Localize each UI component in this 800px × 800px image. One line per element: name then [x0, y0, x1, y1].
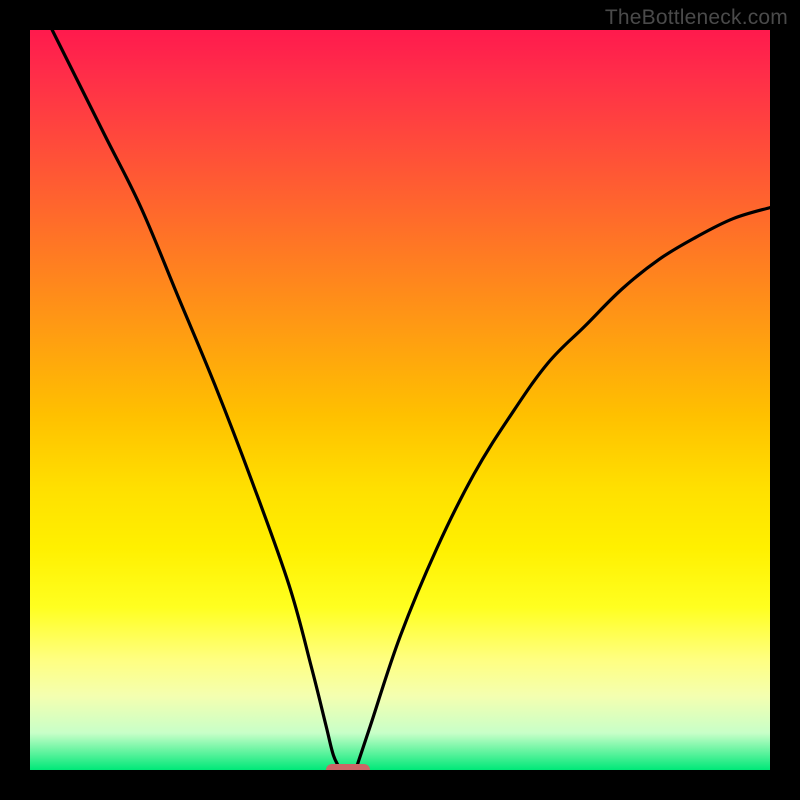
chart-frame: TheBottleneck.com: [0, 0, 800, 800]
bottleneck-marker: [326, 764, 370, 770]
curve-layer: [30, 30, 770, 770]
watermark-text: TheBottleneck.com: [605, 6, 788, 30]
right-curve: [356, 208, 770, 770]
plot-area: [30, 30, 770, 770]
left-curve: [52, 30, 341, 770]
